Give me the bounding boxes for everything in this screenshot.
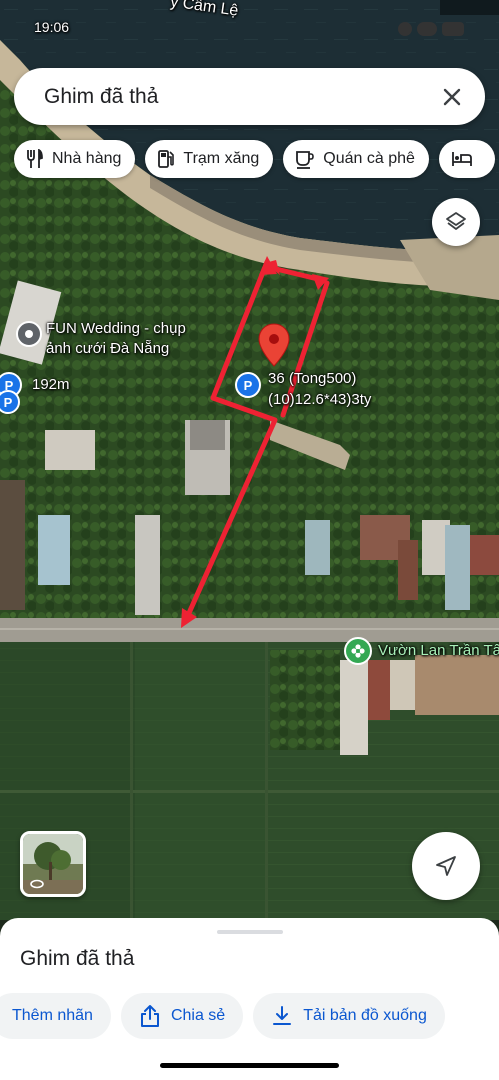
drag-handle[interactable] bbox=[217, 930, 283, 934]
action-buttons: Thêm nhãn Chia sẻ Tải bản đồ xuống bbox=[0, 993, 445, 1039]
parking-icon: P bbox=[4, 395, 13, 409]
share-button-text: Chia sẻ bbox=[170, 1007, 226, 1024]
place-bottom-sheet[interactable]: Ghim đã thả Thêm nhãn Chia sẻ Tải bản đồ… bbox=[0, 918, 499, 1080]
download-map-button[interactable]: Tải bản đồ xuống bbox=[253, 993, 445, 1039]
search-bar[interactable]: Ghim đã thả bbox=[14, 68, 485, 125]
my-location-button[interactable] bbox=[412, 832, 480, 900]
place-title: Ghim đã thả bbox=[20, 947, 135, 970]
download-icon bbox=[273, 1006, 292, 1025]
parking-poi-distance: 192m bbox=[32, 376, 70, 393]
parking-poi-name-line2: (10)12.6*43)3ty bbox=[268, 391, 372, 408]
status-time: 19:06 bbox=[34, 19, 70, 35]
garden-poi-marker[interactable] bbox=[344, 637, 372, 665]
location-pin-icon bbox=[25, 330, 33, 338]
street-view-thumbnail[interactable] bbox=[20, 831, 86, 897]
search-query-text[interactable]: Ghim đã thả bbox=[44, 85, 437, 109]
add-label-button[interactable]: Thêm nhãn bbox=[0, 993, 111, 1039]
fork-knife-icon bbox=[27, 149, 43, 168]
parking-poi-marker-2[interactable]: P bbox=[235, 372, 261, 398]
chip-gas-stations-label: Trạm xăng bbox=[183, 150, 260, 167]
navigation-arrow-icon bbox=[436, 856, 456, 876]
dropped-pin-marker[interactable] bbox=[258, 323, 290, 367]
parking-icon: P bbox=[244, 378, 253, 392]
layers-icon bbox=[446, 212, 466, 230]
svg-text:P: P bbox=[244, 378, 253, 392]
chip-coffee[interactable]: Quán cà phê bbox=[283, 140, 429, 178]
chip-restaurants-label: Nhà hàng bbox=[52, 150, 122, 167]
chip-hotels[interactable] bbox=[438, 140, 495, 178]
wedding-poi-name-line1: FUN Wedding - chụp bbox=[46, 320, 186, 337]
svg-text:P: P bbox=[4, 395, 13, 409]
chip-gas-stations[interactable]: Trạm xăng bbox=[145, 140, 274, 178]
coffee-cup-icon bbox=[296, 151, 315, 169]
parking-poi-name-line1: 36 (Tong500) bbox=[268, 370, 357, 387]
category-chips: Nhà hàng Trạm xăng Quán cà phê bbox=[14, 140, 499, 178]
wedding-poi-marker[interactable] bbox=[16, 321, 42, 347]
chip-coffee-label: Quán cà phê bbox=[323, 150, 415, 167]
flower-icon bbox=[351, 644, 365, 658]
home-indicator[interactable] bbox=[160, 1063, 339, 1068]
status-icons bbox=[398, 22, 464, 36]
garden-poi-name: Vườn Lan Trần Tấ bbox=[378, 642, 499, 659]
wedding-poi-name-line2: ảnh cưới Đà Nẵng bbox=[46, 340, 170, 357]
share-button[interactable]: Chia sẻ bbox=[120, 993, 244, 1039]
download-map-button-text: Tải bản đồ xuống bbox=[303, 1007, 427, 1024]
bed-icon bbox=[451, 152, 472, 166]
satellite-map[interactable]: 19:06 y Cẩm Lệ FUN Wedding - chụp ảnh cư… bbox=[0, 0, 499, 920]
rotate-360-icon bbox=[30, 879, 44, 889]
layers-button[interactable] bbox=[432, 198, 480, 246]
add-label-button-text: Thêm nhãn bbox=[12, 1007, 93, 1024]
map-imagery bbox=[0, 0, 499, 920]
gas-station-icon bbox=[158, 150, 175, 168]
close-icon[interactable] bbox=[437, 82, 467, 112]
share-icon bbox=[140, 1005, 159, 1027]
chip-restaurants[interactable]: Nhà hàng bbox=[14, 140, 136, 178]
maps-app: 19:06 y Cẩm Lệ FUN Wedding - chụp ảnh cư… bbox=[0, 0, 499, 1080]
